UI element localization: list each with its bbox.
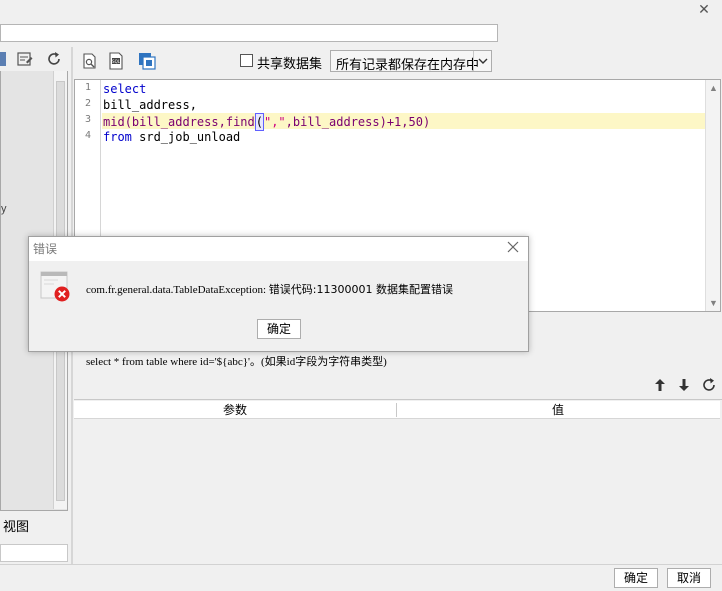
parameter-tools [648, 374, 722, 396]
code-token: ( [254, 113, 264, 131]
code-token: select [103, 82, 147, 96]
code-line: select [103, 81, 146, 97]
error-icon [40, 271, 70, 302]
code-line: mid(bill_address,find(",",bill_address)+… [103, 113, 431, 131]
refresh-icon[interactable] [45, 50, 63, 68]
view-tab[interactable]: 视图 [0, 514, 68, 540]
dialog-body: com.fr.general.data.TableDataException: … [29, 261, 528, 351]
code-token: +1, [386, 115, 409, 129]
ok-button[interactable]: 确定 [614, 568, 658, 588]
code-token: ) [422, 115, 431, 129]
code-token: "," [263, 115, 286, 129]
editor-scrollbar[interactable]: ▲ ▼ [705, 80, 720, 311]
dialog-title: 错误 [33, 242, 58, 256]
code-token: bill_address, [103, 98, 197, 112]
code-token: ,bill_address) [285, 115, 387, 129]
cancel-button[interactable]: 取消 [667, 568, 711, 588]
error-message-prefix: com.fr.general.data.TableDataException: [86, 284, 269, 296]
record-mode-value: 所有记录都保存在内存中 [336, 57, 480, 72]
share-dataset-label: 共享数据集 [257, 56, 323, 71]
panel-edge-text: y [1, 203, 7, 215]
svg-text:SQL: SQL [112, 59, 121, 64]
left-toolbar [0, 47, 68, 71]
left-bottom-field[interactable] [0, 544, 68, 562]
code-line: from srd_job_unload [103, 129, 240, 145]
arrow-down-icon[interactable] [676, 377, 692, 393]
share-dataset-checkbox[interactable] [240, 54, 253, 67]
error-message: com.fr.general.data.TableDataException: … [86, 281, 453, 297]
code-token: from [103, 130, 132, 144]
line-number: 4 [84, 130, 91, 141]
parameter-hint-text: select * from table where id='${abc}'。(如… [86, 356, 387, 368]
footer-divider [0, 564, 722, 565]
code-token: (bill_address, [124, 115, 226, 129]
query-toolbar: SQL 共享数据集 所有记录都保存在内存中 [74, 47, 722, 75]
close-icon[interactable] [506, 240, 520, 254]
dialog-ok-button[interactable]: 确定 [257, 319, 301, 339]
scroll-down-icon[interactable]: ▼ [709, 298, 718, 308]
code-line: bill_address, [103, 97, 197, 113]
error-dialog: 错误 com.fr.general.data.TableDataExceptio… [28, 236, 529, 352]
preview-icon[interactable] [81, 52, 99, 70]
line-number: 2 [84, 98, 91, 109]
parameter-table[interactable]: 参数 值 [74, 399, 722, 564]
line-number: 1 [84, 82, 91, 93]
edit-dataset-icon[interactable] [16, 50, 34, 68]
column-header-value[interactable]: 值 [397, 401, 719, 419]
parameter-icon[interactable] [138, 52, 156, 70]
window-close-icon[interactable]: ✕ [696, 1, 712, 17]
code-token: find [225, 115, 255, 129]
scroll-up-icon[interactable]: ▲ [709, 83, 718, 93]
line-number: 3 [84, 114, 91, 125]
error-message-detail: 错误代码:11300001 数据集配置错误 [268, 283, 453, 296]
code-token: 50 [408, 115, 423, 129]
code-token: srd_job_unload [131, 130, 241, 144]
sql-file-icon[interactable]: SQL [107, 52, 125, 70]
code-token: mid [103, 115, 125, 129]
top-name-field[interactable] [0, 24, 498, 42]
chevron-down-icon[interactable] [473, 51, 491, 71]
refresh-parameters-icon[interactable] [701, 377, 717, 393]
record-mode-select[interactable]: 所有记录都保存在内存中 [330, 50, 492, 72]
parameter-table-header: 参数 值 [74, 401, 720, 419]
column-header-parameter[interactable]: 参数 [74, 401, 396, 419]
arrow-up-icon[interactable] [652, 377, 668, 393]
